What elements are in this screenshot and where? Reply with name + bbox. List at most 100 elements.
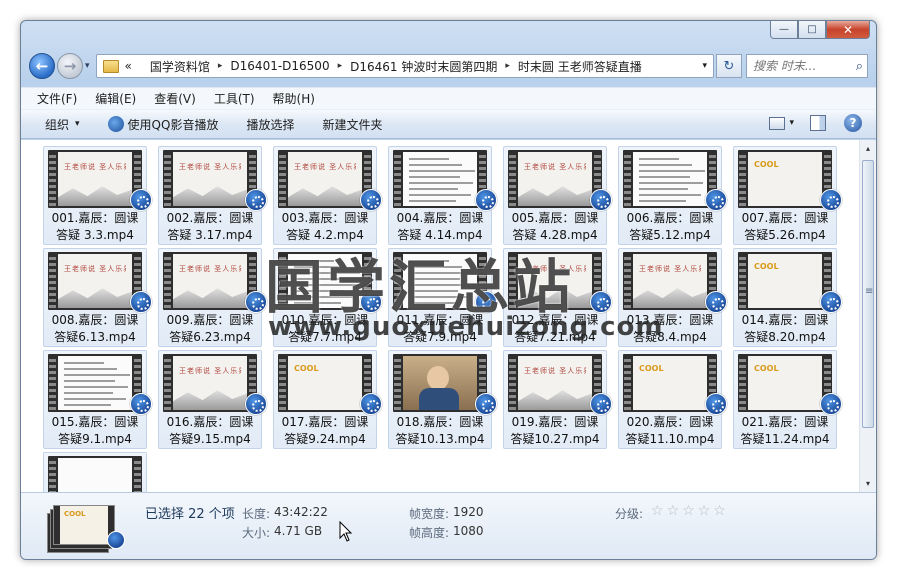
thumbnail-frame: 王老师说 圣人乐易 [518, 356, 592, 410]
view-options-button[interactable]: ▾ [789, 118, 794, 128]
file-item[interactable]: 004.嘉辰：圆课 答疑 4.14.mp4 [388, 146, 497, 245]
address-dropdown-button[interactable]: ▾ [694, 61, 707, 71]
change-view-icon[interactable] [769, 116, 786, 130]
watermark-url: www.guoxuehuizong.com [268, 312, 664, 342]
breadcrumb-item-4[interactable]: 时末圆 王老师答疑直播 [518, 58, 642, 75]
breadcrumb-separator[interactable]: ▸ [505, 61, 510, 71]
thumbnail-caption: 王老师说 圣人乐易 [64, 265, 126, 273]
file-item[interactable]: COOL 017.嘉辰：圆课 答疑9.24.mp4 [273, 350, 382, 449]
thumbnail-caption: COOL [639, 364, 664, 373]
close-button[interactable]: ✕ [826, 21, 870, 39]
thumbnail-caption: 王老师说 圣人乐易 [64, 163, 126, 171]
search-icon[interactable]: ⌕ [856, 59, 863, 74]
rating-star-icon[interactable]: ☆ [651, 503, 664, 519]
file-name: 008.嘉辰：圆课 答疑6.13.mp4 [44, 312, 146, 346]
play-with-qq-button[interactable]: 使用QQ影音播放 [107, 116, 219, 133]
back-button[interactable]: ← [29, 53, 55, 79]
scroll-up-button[interactable]: ▴ [860, 140, 876, 157]
maximize-button[interactable]: □ [798, 21, 826, 39]
file-name-line: 答疑6.13.mp4 [54, 330, 136, 344]
file-item[interactable]: 王老师说 圣人乐易 005.嘉辰：圆课 答疑 4.28.mp4 [503, 146, 612, 245]
breadcrumb-separator[interactable]: ▸ [218, 61, 223, 71]
file-item[interactable]: 王老师说 圣人乐易 019.嘉辰：圆课 答疑10.27.mp4 [503, 350, 612, 449]
file-item[interactable]: 015.嘉辰：圆课 答疑9.1.mp4 [43, 350, 152, 449]
breadcrumb-separator[interactable]: ▸ [338, 61, 343, 71]
file-item[interactable]: 王老师说 圣人乐易 003.嘉辰：圆课 答疑 4.2.mp4 [273, 146, 382, 245]
help-icon[interactable]: ? [844, 114, 862, 132]
rating-star-icon[interactable]: ☆ [698, 503, 711, 519]
rating-stars[interactable]: ☆ ☆ ☆ ☆ ☆ [651, 503, 729, 519]
frame-height-value: 1080 [453, 524, 484, 538]
menu-view[interactable]: 查看(V) [154, 90, 196, 107]
menu-edit[interactable]: 编辑(E) [95, 90, 136, 107]
play-with-qq-label: 使用QQ影音播放 [127, 117, 219, 132]
text-line [64, 362, 104, 364]
file-item[interactable]: 王老师说 圣人乐易 002.嘉辰：圆课 答疑 3.17.mp4 [158, 146, 267, 245]
text-line [639, 164, 692, 166]
file-name-line: 020.嘉辰：圆课 [626, 415, 714, 429]
file-name-line: 答疑11.24.mp4 [740, 432, 830, 446]
text-line [639, 170, 705, 172]
film-strip-edge [394, 152, 401, 206]
address-bar[interactable]: « 国学资料馆 ▸ D16401-D16500 ▸ D16461 钟波时末圆第四… [95, 54, 714, 78]
rating-label: 分级: [615, 507, 644, 521]
file-item[interactable]: 王老师说 圣人乐易 008.嘉辰：圆课 答疑6.13.mp4 [43, 248, 152, 347]
text-line [64, 368, 117, 370]
new-folder-button[interactable]: 新建文件夹 [322, 116, 382, 133]
thumbnail-frame [58, 356, 132, 410]
menu-tools[interactable]: 工具(T) [214, 90, 255, 107]
preview-pane-icon[interactable] [810, 115, 826, 131]
search-box[interactable]: ⌕ [746, 54, 868, 78]
text-line [64, 398, 126, 400]
text-line [639, 194, 701, 196]
menu-help[interactable]: 帮助(H) [273, 90, 315, 107]
thumbnail-frame: COOL [748, 356, 822, 410]
breadcrumb-item-1[interactable]: 国学资料馆 [150, 58, 210, 75]
file-item[interactable]: 王老师说 圣人乐易 001.嘉辰：圆课 答疑 3.3.mp4 [43, 146, 152, 245]
file-name: 004.嘉辰：圆课 答疑 4.14.mp4 [389, 210, 491, 244]
breadcrumb-item-2[interactable]: D16401-D16500 [230, 59, 329, 73]
thumbnail-landscape [173, 288, 247, 308]
file-item[interactable] [43, 452, 147, 492]
rating-star-icon[interactable]: ☆ [682, 503, 695, 519]
file-item[interactable]: COOL 007.嘉辰：圆课 答疑5.26.mp4 [733, 146, 842, 245]
caption-buttons: — □ ✕ [770, 21, 870, 39]
thumbnail-frame: 王老师说 圣人乐易 [173, 152, 247, 206]
vertical-scrollbar[interactable]: ▴ ▾ [859, 140, 876, 492]
forward-arrow-icon: → [63, 57, 77, 75]
video-thumbnail: COOL [738, 150, 832, 208]
film-strip-edge [394, 356, 401, 410]
recent-pages-button[interactable]: ▾ [85, 61, 90, 71]
play-selection-button[interactable]: 播放选择 [246, 116, 294, 133]
rating-star-icon[interactable]: ☆ [713, 503, 726, 519]
thumbnail-caption: COOL [294, 364, 319, 373]
search-input[interactable] [751, 58, 843, 74]
organize-button[interactable]: 组织 ▾ [45, 116, 80, 133]
refresh-button[interactable]: ↻ [716, 54, 742, 78]
file-name: 015.嘉辰：圆课 答疑9.1.mp4 [44, 414, 146, 448]
file-name-line: 005.嘉辰：圆课 [511, 211, 599, 225]
forward-button[interactable]: → [57, 53, 83, 79]
breadcrumb-item-3[interactable]: D16461 钟波时末圆第四期 [350, 58, 497, 75]
minimize-button[interactable]: — [770, 21, 798, 39]
scroll-down-button[interactable]: ▾ [860, 475, 876, 492]
file-name: 003.嘉辰：圆课 答疑 4.2.mp4 [274, 210, 376, 244]
file-name: 002.嘉辰：圆课 答疑 3.17.mp4 [159, 210, 261, 244]
file-item[interactable]: 018.嘉辰：圆课 答疑10.13.mp4 [388, 350, 497, 449]
file-item[interactable]: 王老师说 圣人乐易 016.嘉辰：圆课 答疑9.15.mp4 [158, 350, 267, 449]
file-item[interactable]: 王老师说 圣人乐易 009.嘉辰：圆课 答疑6.23.mp4 [158, 248, 267, 347]
file-item[interactable]: 006.嘉辰：圆课 答疑5.12.mp4 [618, 146, 727, 245]
scrollbar-thumb[interactable] [862, 160, 874, 428]
qq-player-icon [590, 291, 612, 313]
qq-player-icon [705, 291, 727, 313]
video-thumbnail [623, 150, 717, 208]
thumbnail-landscape [58, 288, 132, 308]
rating-star-icon[interactable]: ☆ [667, 503, 680, 519]
menu-file[interactable]: 文件(F) [37, 90, 77, 107]
breadcrumb-overflow[interactable]: « [125, 59, 132, 73]
file-item[interactable]: COOL 020.嘉辰：圆课 答疑11.10.mp4 [618, 350, 727, 449]
file-item[interactable]: COOL 021.嘉辰：圆课 答疑11.24.mp4 [733, 350, 842, 449]
text-line [64, 386, 128, 388]
qq-player-icon [590, 393, 612, 415]
file-item[interactable]: COOL 014.嘉辰：圆课 答疑8.20.mp4 [733, 248, 842, 347]
